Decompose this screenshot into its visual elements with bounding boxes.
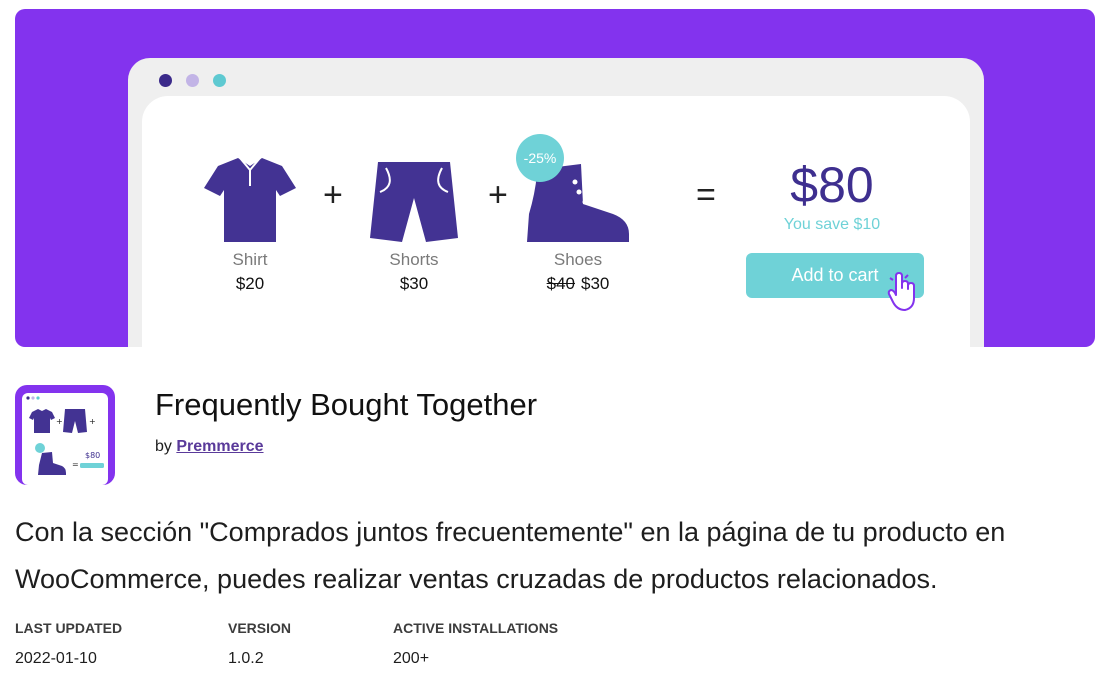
plus-sign: + bbox=[488, 176, 508, 214]
product-price: $20 bbox=[235, 274, 265, 293]
equals-sign: = bbox=[696, 176, 716, 214]
svg-text:+: + bbox=[56, 417, 63, 426]
by-prefix: by bbox=[155, 438, 172, 455]
meta-version: VERSION 1.0.2 bbox=[228, 620, 291, 668]
bundle-total: $80 You save $10 bbox=[732, 156, 932, 234]
window-dot bbox=[186, 74, 199, 87]
bundle-thumbnail-icon: + + = $80 bbox=[26, 396, 104, 475]
product-price: $30 bbox=[399, 274, 429, 293]
product-name: Shirt bbox=[232, 250, 268, 269]
meta-label: LAST UPDATED bbox=[15, 620, 123, 636]
shirt-icon bbox=[204, 157, 296, 242]
product-name: Shorts bbox=[389, 250, 439, 269]
total-amount: $80 bbox=[790, 157, 874, 213]
meta-label: VERSION bbox=[228, 620, 292, 636]
svg-text:=: = bbox=[72, 460, 79, 469]
old-price: $40 bbox=[546, 274, 575, 293]
svg-text:+: + bbox=[89, 417, 96, 426]
pointer-hand-icon bbox=[887, 272, 915, 311]
window-dot bbox=[159, 74, 172, 87]
product-shorts: Shorts $30 bbox=[344, 154, 484, 294]
plugin-banner: Shirt $20 + Shorts $30 + Shoes $40 $30 -… bbox=[15, 9, 1095, 347]
plugin-logo: + + = $80 bbox=[15, 385, 115, 485]
product-price: $40 $30 bbox=[508, 274, 648, 294]
meta-value: 1.0.2 bbox=[228, 650, 264, 667]
meta-last-updated: LAST UPDATED 2022-01-10 bbox=[15, 620, 122, 668]
product-shirt: Shirt $20 bbox=[180, 154, 320, 294]
savings-text: You save $10 bbox=[783, 216, 881, 233]
discount-badge: -25% bbox=[516, 134, 564, 182]
meta-active-installations: ACTIVE INSTALLATIONS 200+ bbox=[393, 620, 558, 668]
meta-label: ACTIVE INSTALLATIONS bbox=[393, 620, 559, 636]
meta-value: 2022-01-10 bbox=[15, 650, 97, 667]
shorts-icon bbox=[370, 162, 458, 242]
plugin-title: Frequently Bought Together bbox=[155, 387, 538, 422]
svg-text:$80: $80 bbox=[85, 451, 100, 460]
sale-price: $30 bbox=[581, 274, 610, 293]
plus-sign: + bbox=[323, 176, 343, 214]
mockup-page: Shirt $20 + Shorts $30 + Shoes $40 $30 -… bbox=[142, 96, 970, 347]
plugin-byline: by Premmerce bbox=[155, 438, 264, 456]
logo-mockup: + + = $80 bbox=[22, 393, 108, 485]
author-link[interactable]: Premmerce bbox=[176, 438, 263, 455]
browser-mockup: Shirt $20 + Shorts $30 + Shoes $40 $30 -… bbox=[128, 58, 984, 347]
product-name: Shoes bbox=[553, 250, 603, 269]
window-dot bbox=[213, 74, 226, 87]
plugin-description: Con la sección "Comprados juntos frecuen… bbox=[15, 517, 1006, 594]
meta-value: 200+ bbox=[393, 650, 430, 667]
